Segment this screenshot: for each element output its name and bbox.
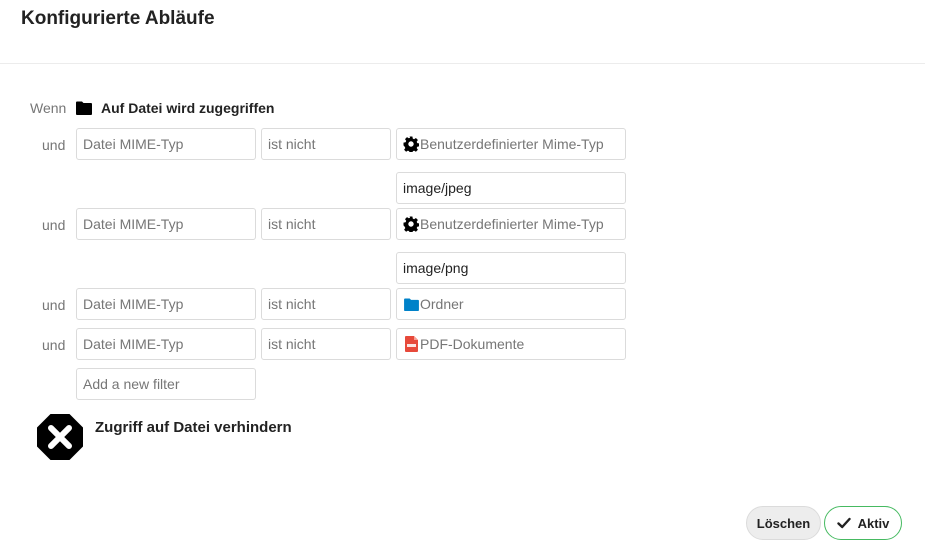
pdf-icon bbox=[403, 336, 419, 352]
filter-type-select[interactable]: Datei MIME-Typ bbox=[76, 328, 256, 360]
filter-value-select[interactable]: Ordner bbox=[396, 288, 626, 320]
filter-value-select[interactable]: PDF-Dokumente bbox=[396, 328, 626, 360]
conjunction-label: und bbox=[42, 137, 66, 153]
conjunction-label: und bbox=[42, 217, 66, 233]
custom-mime-input[interactable]: image/jpeg bbox=[396, 172, 626, 204]
page-title: Konfigurierte Abläufe bbox=[21, 8, 215, 29]
filter-value-label: PDF-Dokumente bbox=[420, 336, 525, 352]
filter-value-label: Benutzerdefinierter Mime-Typ bbox=[420, 216, 604, 232]
block-icon bbox=[37, 414, 83, 460]
filter-value-select[interactable]: Benutzerdefinierter Mime-Typ bbox=[396, 128, 626, 160]
filter-value-label: Ordner bbox=[420, 296, 464, 312]
folder-icon bbox=[403, 296, 419, 312]
active-button-label: Aktiv bbox=[857, 515, 890, 531]
event-label[interactable]: Auf Datei wird zugegriffen bbox=[101, 100, 274, 116]
gear-icon bbox=[403, 136, 419, 152]
conjunction-label: und bbox=[42, 337, 66, 353]
custom-mime-input[interactable]: image/png bbox=[396, 252, 626, 284]
trigger-row: Wenn Auf Datei wird zugegriffen bbox=[30, 97, 274, 119]
conjunction-label: und bbox=[42, 297, 66, 313]
filter-operator-select[interactable]: ist nicht bbox=[261, 328, 391, 360]
folder-icon bbox=[76, 100, 92, 116]
filter-value-label: Benutzerdefinierter Mime-Typ bbox=[420, 136, 604, 152]
filter-operator-select[interactable]: ist nicht bbox=[261, 128, 391, 160]
action-label: Zugriff auf Datei verhindern bbox=[95, 419, 292, 436]
filter-type-select[interactable]: Datei MIME-Typ bbox=[76, 208, 256, 240]
active-button[interactable]: Aktiv bbox=[824, 506, 902, 540]
filter-type-select[interactable]: Datei MIME-Typ bbox=[76, 128, 256, 160]
filter-type-select[interactable]: Datei MIME-Typ bbox=[76, 288, 256, 320]
gear-icon bbox=[403, 216, 419, 232]
filter-operator-select[interactable]: ist nicht bbox=[261, 208, 391, 240]
filter-operator-select[interactable]: ist nicht bbox=[261, 288, 391, 320]
add-filter-input[interactable]: Add a new filter bbox=[76, 368, 256, 400]
filter-value-select[interactable]: Benutzerdefinierter Mime-Typ bbox=[396, 208, 626, 240]
header-divider bbox=[0, 63, 925, 64]
when-label: Wenn bbox=[30, 100, 67, 116]
delete-button[interactable]: Löschen bbox=[746, 506, 821, 540]
check-icon bbox=[836, 516, 851, 530]
